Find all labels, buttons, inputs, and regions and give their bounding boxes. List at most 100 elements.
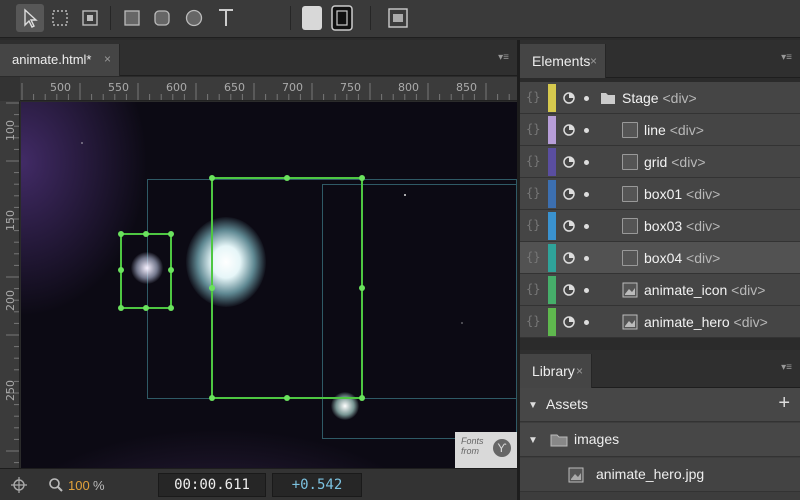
visibility-icon[interactable] bbox=[562, 219, 576, 233]
visibility-icon[interactable] bbox=[562, 91, 576, 105]
lock-dot-icon[interactable] bbox=[584, 224, 589, 229]
element-label: box03 <div> bbox=[644, 218, 720, 234]
zoom-icon[interactable] bbox=[48, 477, 64, 493]
element-color-tag bbox=[548, 116, 556, 144]
element-row-grid[interactable]: {} grid <div> bbox=[520, 146, 800, 178]
fill-color-icon bbox=[302, 6, 322, 30]
transform-tool-button[interactable] bbox=[46, 4, 74, 32]
stage-canvas[interactable]: Fonts from Ƴ bbox=[21, 102, 517, 468]
element-row-animate-hero[interactable]: {} animate_hero <div> bbox=[520, 306, 800, 338]
visibility-icon[interactable] bbox=[562, 155, 576, 169]
code-braces-icon[interactable]: {} bbox=[526, 314, 540, 328]
element-row-stage[interactable]: {} Stage <div> bbox=[520, 82, 800, 114]
tab-elements[interactable]: Elements × bbox=[520, 44, 606, 78]
element-tag: <div> bbox=[686, 250, 721, 266]
toolbar-separator bbox=[290, 6, 291, 30]
resize-handle[interactable] bbox=[118, 231, 124, 237]
ruler-label: 200 bbox=[4, 290, 17, 311]
border-color-button[interactable] bbox=[328, 4, 356, 32]
code-braces-icon[interactable]: {} bbox=[526, 90, 540, 104]
element-name: animate_hero bbox=[644, 314, 730, 330]
text-tool-button[interactable] bbox=[212, 4, 240, 32]
resize-handle[interactable] bbox=[168, 305, 174, 311]
element-row-box01[interactable]: {} box01 <div> bbox=[520, 178, 800, 210]
panel-title: Library bbox=[532, 363, 575, 379]
visibility-icon[interactable] bbox=[562, 251, 576, 265]
resize-handle[interactable] bbox=[143, 231, 149, 237]
resize-handle[interactable] bbox=[209, 285, 215, 291]
visibility-icon[interactable] bbox=[562, 315, 576, 329]
box-icon bbox=[622, 218, 638, 234]
tab-animate-html[interactable]: animate.html* × bbox=[0, 44, 120, 76]
add-asset-icon[interactable]: + bbox=[778, 392, 790, 415]
selection-box-small[interactable] bbox=[120, 233, 172, 309]
lock-dot-icon[interactable] bbox=[584, 192, 589, 197]
status-bar: 100 % 00:00.611 +0.542 bbox=[0, 468, 517, 500]
zoom-unit: % bbox=[93, 478, 105, 493]
visibility-icon[interactable] bbox=[562, 187, 576, 201]
resize-handle[interactable] bbox=[359, 285, 365, 291]
expand-triangle-icon[interactable]: ▼ bbox=[528, 435, 538, 446]
lock-dot-icon[interactable] bbox=[584, 288, 589, 293]
element-tag: <div> bbox=[669, 122, 704, 138]
resize-handle[interactable] bbox=[359, 395, 365, 401]
code-braces-icon[interactable]: {} bbox=[526, 282, 540, 296]
tab-library[interactable]: Library × bbox=[520, 354, 592, 388]
resize-handle[interactable] bbox=[284, 175, 290, 181]
lock-dot-icon[interactable] bbox=[584, 128, 589, 133]
rounded-rectangle-tool-button[interactable] bbox=[148, 4, 176, 32]
element-label: animate_icon <div> bbox=[644, 282, 765, 298]
code-braces-icon[interactable]: {} bbox=[526, 186, 540, 200]
element-name: box03 bbox=[644, 218, 683, 234]
panel-menu-icon[interactable]: ▾≡ bbox=[781, 52, 792, 63]
select-tool-button[interactable] bbox=[16, 4, 44, 32]
panel-menu-icon[interactable]: ▾≡ bbox=[781, 362, 792, 373]
resize-handle[interactable] bbox=[209, 175, 215, 181]
rectangle-tool-button[interactable] bbox=[118, 4, 146, 32]
ruler-label: 700 bbox=[282, 81, 303, 94]
timecode-field[interactable]: 00:00.611 bbox=[158, 473, 266, 497]
lock-dot-icon[interactable] bbox=[584, 96, 589, 101]
layout-button[interactable] bbox=[384, 4, 412, 32]
lock-dot-icon[interactable] bbox=[584, 320, 589, 325]
resize-handle[interactable] bbox=[118, 305, 124, 311]
time-offset-field[interactable]: +0.542 bbox=[272, 473, 362, 497]
lock-dot-icon[interactable] bbox=[584, 160, 589, 165]
ellipse-tool-button[interactable] bbox=[180, 4, 208, 32]
resize-handle[interactable] bbox=[168, 267, 174, 273]
expand-triangle-icon[interactable]: ▼ bbox=[528, 400, 538, 411]
library-file-row[interactable]: animate_hero.jpg bbox=[520, 458, 800, 492]
element-row-box03[interactable]: {} box03 <div> bbox=[520, 210, 800, 242]
zoom-value[interactable]: 100 bbox=[68, 478, 90, 493]
library-folder-row[interactable]: ▼ images bbox=[520, 423, 800, 457]
visibility-icon[interactable] bbox=[562, 123, 576, 137]
fill-color-button[interactable] bbox=[298, 4, 326, 32]
code-braces-icon[interactable]: {} bbox=[526, 218, 540, 232]
close-icon[interactable]: × bbox=[590, 54, 597, 68]
resize-handle[interactable] bbox=[143, 305, 149, 311]
element-row-line[interactable]: {} line <div> bbox=[520, 114, 800, 146]
element-row-box04[interactable]: {} box04 <div> bbox=[520, 242, 800, 274]
code-braces-icon[interactable]: {} bbox=[526, 122, 540, 136]
lock-dot-icon[interactable] bbox=[584, 256, 589, 261]
code-braces-icon[interactable]: {} bbox=[526, 154, 540, 168]
resize-handle[interactable] bbox=[118, 267, 124, 273]
star bbox=[81, 142, 83, 144]
clip-tool-button[interactable] bbox=[76, 4, 104, 32]
code-braces-icon[interactable]: {} bbox=[526, 250, 540, 264]
select-icon bbox=[24, 8, 38, 28]
close-icon[interactable]: × bbox=[104, 52, 111, 66]
resize-handle[interactable] bbox=[284, 395, 290, 401]
selection-box-large[interactable] bbox=[211, 177, 363, 399]
close-icon[interactable]: × bbox=[576, 364, 583, 378]
element-row-animate-icon[interactable]: {} animate_icon <div> bbox=[520, 274, 800, 306]
resize-handle[interactable] bbox=[209, 395, 215, 401]
resize-handle[interactable] bbox=[168, 231, 174, 237]
transform-icon bbox=[52, 10, 68, 26]
resize-handle[interactable] bbox=[359, 175, 365, 181]
library-assets-row[interactable]: ▼ Assets + bbox=[520, 388, 800, 422]
visibility-icon[interactable] bbox=[562, 283, 576, 297]
crosshair-icon[interactable] bbox=[10, 476, 28, 494]
ruler-label: 600 bbox=[166, 81, 187, 94]
panel-menu-icon[interactable]: ▾≡ bbox=[498, 52, 509, 63]
